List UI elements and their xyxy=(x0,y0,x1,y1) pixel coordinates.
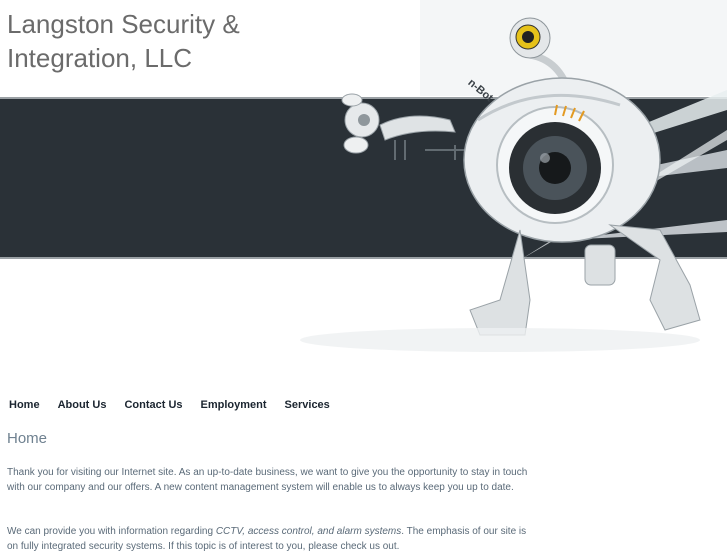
robot-legs xyxy=(469,224,701,336)
robot-body: n-Bot xyxy=(463,77,661,243)
services-paragraph: We can provide you with information rega… xyxy=(7,524,532,554)
robot-illustration: n-Bot xyxy=(300,0,727,352)
robot-eye xyxy=(509,17,551,59)
services-paragraph-start: We can provide you with information rega… xyxy=(7,526,216,537)
intro-paragraph: Thank you for visiting our Internet site… xyxy=(7,467,528,493)
nav-about-us[interactable]: About Us xyxy=(58,399,107,411)
nav-employment[interactable]: Employment xyxy=(201,399,267,411)
page-title: Home xyxy=(7,430,48,447)
robot-claw xyxy=(341,93,380,154)
nav-contact-us[interactable]: Contact Us xyxy=(124,399,182,411)
nav-services[interactable]: Services xyxy=(285,399,330,411)
nav-home[interactable]: Home xyxy=(9,399,40,411)
services-paragraph-emphasis: CCTV, access control, and alarm systems xyxy=(215,526,402,537)
main-nav: Home About Us Contact Us Employment Serv… xyxy=(9,399,348,411)
